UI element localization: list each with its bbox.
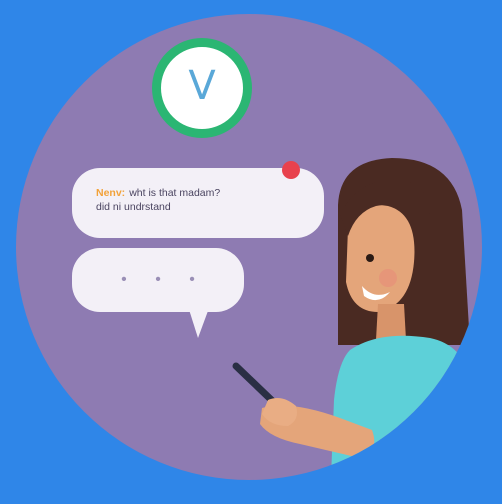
woman-with-phone <box>232 158 480 480</box>
eye <box>366 254 374 262</box>
illustration-scene: V Nenv: wht is that madam? did ni undrsta… <box>0 0 502 504</box>
shirt <box>330 335 480 480</box>
cheek <box>379 269 397 287</box>
neck <box>376 304 406 340</box>
